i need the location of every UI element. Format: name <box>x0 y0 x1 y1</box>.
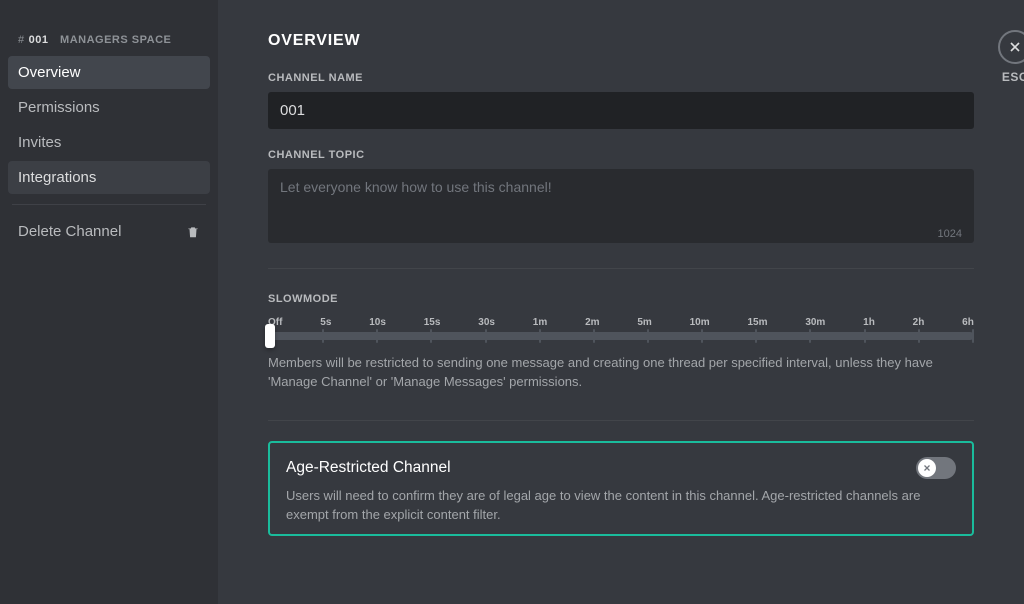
slow-tick <box>647 329 649 343</box>
delete-channel-button[interactable]: Delete Channel <box>8 215 210 248</box>
toggle-knob <box>918 459 936 477</box>
topic-char-count: 1024 <box>938 228 962 240</box>
slow-tick <box>918 329 920 343</box>
slow-tick-label: 5m <box>637 317 651 328</box>
slow-tick-label: 5s <box>320 317 331 328</box>
sidebar-item-integrations[interactable]: Integrations <box>8 161 210 194</box>
slow-tick <box>322 329 324 343</box>
slow-tick-label: 1m <box>533 317 547 328</box>
slow-tick <box>539 329 541 343</box>
channel-name-label: CHANNEL NAME <box>268 72 974 84</box>
age-restricted-box: Age-Restricted Channel Users will need t… <box>268 441 974 537</box>
slow-tick <box>430 329 432 343</box>
slow-tick <box>593 329 595 343</box>
slowmode-label: SLOWMODE <box>268 293 974 305</box>
sidebar-divider <box>12 204 206 205</box>
page-title: OVERVIEW <box>268 32 974 50</box>
sidebar-item-permissions[interactable]: Permissions <box>8 91 210 124</box>
slow-tick-label: 30s <box>478 317 495 328</box>
channel-header: # 001 MANAGERS SPACE <box>8 30 210 56</box>
main-content: ESC OVERVIEW CHANNEL NAME CHANNEL TOPIC … <box>218 0 1024 604</box>
slow-tick <box>809 329 811 343</box>
slowmode-help: Members will be restricted to sending on… <box>268 354 974 392</box>
settings-sidebar: # 001 MANAGERS SPACE Overview Permission… <box>0 0 218 604</box>
slow-tick <box>485 329 487 343</box>
sidebar-item-overview[interactable]: Overview <box>8 56 210 89</box>
slowmode-slider[interactable]: Off 5s 10s 15s 30s 1m 2m 5m 10m 15m 30m … <box>268 317 974 340</box>
age-restricted-desc: Users will need to confirm they are of l… <box>286 487 956 525</box>
slow-tick-label: 6h <box>962 317 974 328</box>
age-restricted-title: Age-Restricted Channel <box>286 459 451 477</box>
slow-tick-label: 10m <box>690 317 710 328</box>
sidebar-item-invites[interactable]: Invites <box>8 126 210 159</box>
esc-label: ESC <box>1002 70 1024 84</box>
slow-tick-label: 1h <box>863 317 875 328</box>
slow-tick-label: 10s <box>369 317 386 328</box>
slowmode-handle[interactable] <box>265 324 275 348</box>
slow-tick <box>972 329 974 343</box>
slowmode-tick-labels: Off 5s 10s 15s 30s 1m 2m 5m 10m 15m 30m … <box>268 317 974 328</box>
slow-tick <box>376 329 378 343</box>
slow-tick-label: 2m <box>585 317 599 328</box>
close-icon <box>922 463 932 473</box>
channel-name: 001 <box>29 34 49 46</box>
slowmode-track[interactable] <box>268 332 974 340</box>
channel-topic-label: CHANNEL TOPIC <box>268 149 974 161</box>
close-button[interactable] <box>998 30 1024 64</box>
slow-tick-label: 2h <box>913 317 925 328</box>
slow-tick <box>701 329 703 343</box>
slow-tick-label: 15s <box>424 317 441 328</box>
hash-icon: # <box>18 34 25 46</box>
slow-tick <box>864 329 866 343</box>
slowmode-ticks <box>268 329 974 343</box>
close-icon <box>1007 39 1023 55</box>
trash-icon <box>186 225 200 239</box>
slow-tick <box>755 329 757 343</box>
channel-name-input[interactable] <box>268 92 974 129</box>
channel-topic-input[interactable] <box>268 169 974 243</box>
section-divider <box>268 420 974 421</box>
close-panel: ESC <box>998 30 1024 84</box>
section-divider <box>268 268 974 269</box>
slow-tick-label: 30m <box>805 317 825 328</box>
server-name: MANAGERS SPACE <box>60 34 171 46</box>
slow-tick-label: 15m <box>747 317 767 328</box>
delete-channel-label: Delete Channel <box>18 223 121 240</box>
age-restricted-toggle[interactable] <box>916 457 956 479</box>
